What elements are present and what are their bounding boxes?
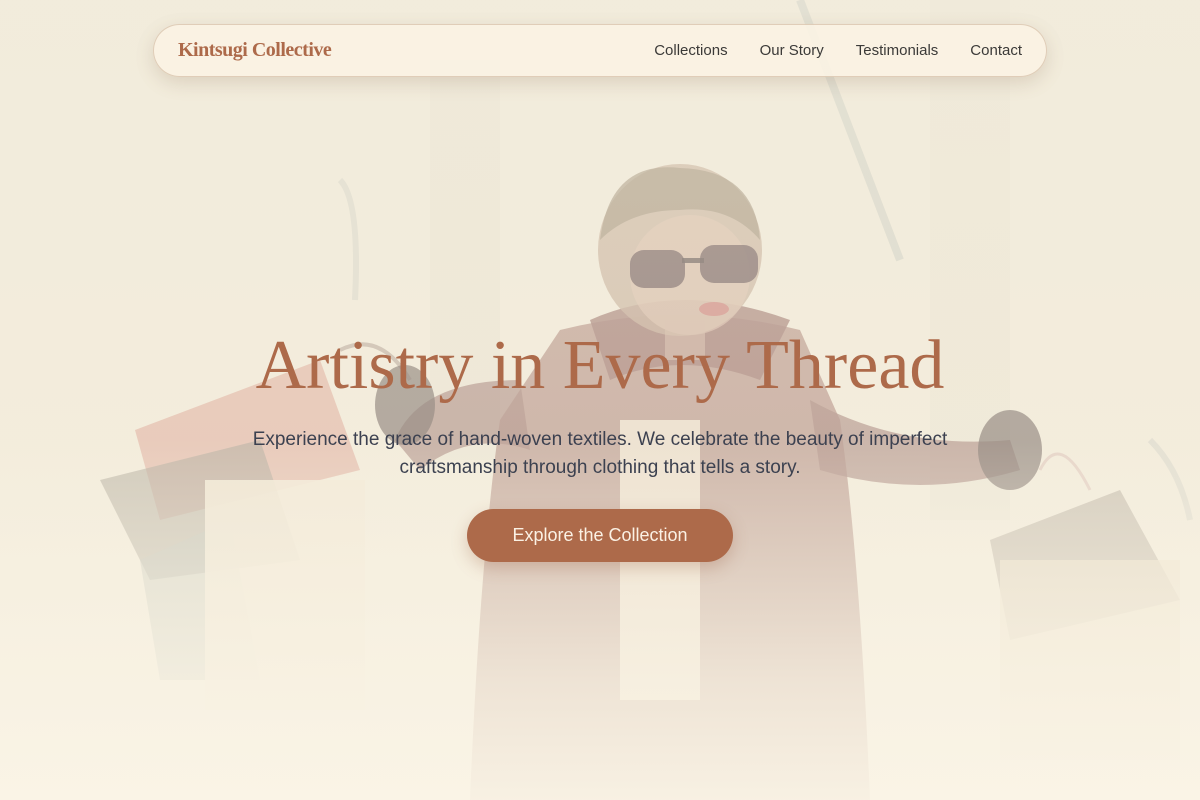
brand-logo[interactable]: Kintsugi Collective <box>178 39 332 62</box>
nav-link-our-story[interactable]: Our Story <box>760 42 824 59</box>
explore-collection-button[interactable]: Explore the Collection <box>467 509 733 562</box>
top-navbar: Kintsugi Collective Collections Our Stor… <box>153 24 1047 77</box>
nav-link-testimonials[interactable]: Testimonials <box>856 42 939 59</box>
nav-links: Collections Our Story Testimonials Conta… <box>654 42 1022 59</box>
nav-link-contact[interactable]: Contact <box>970 42 1022 59</box>
hero-subtitle: Experience the grace of hand-woven texti… <box>252 429 948 478</box>
nav-link-collections[interactable]: Collections <box>654 42 727 59</box>
hero-title: Artistry in Every Thread <box>255 327 945 404</box>
